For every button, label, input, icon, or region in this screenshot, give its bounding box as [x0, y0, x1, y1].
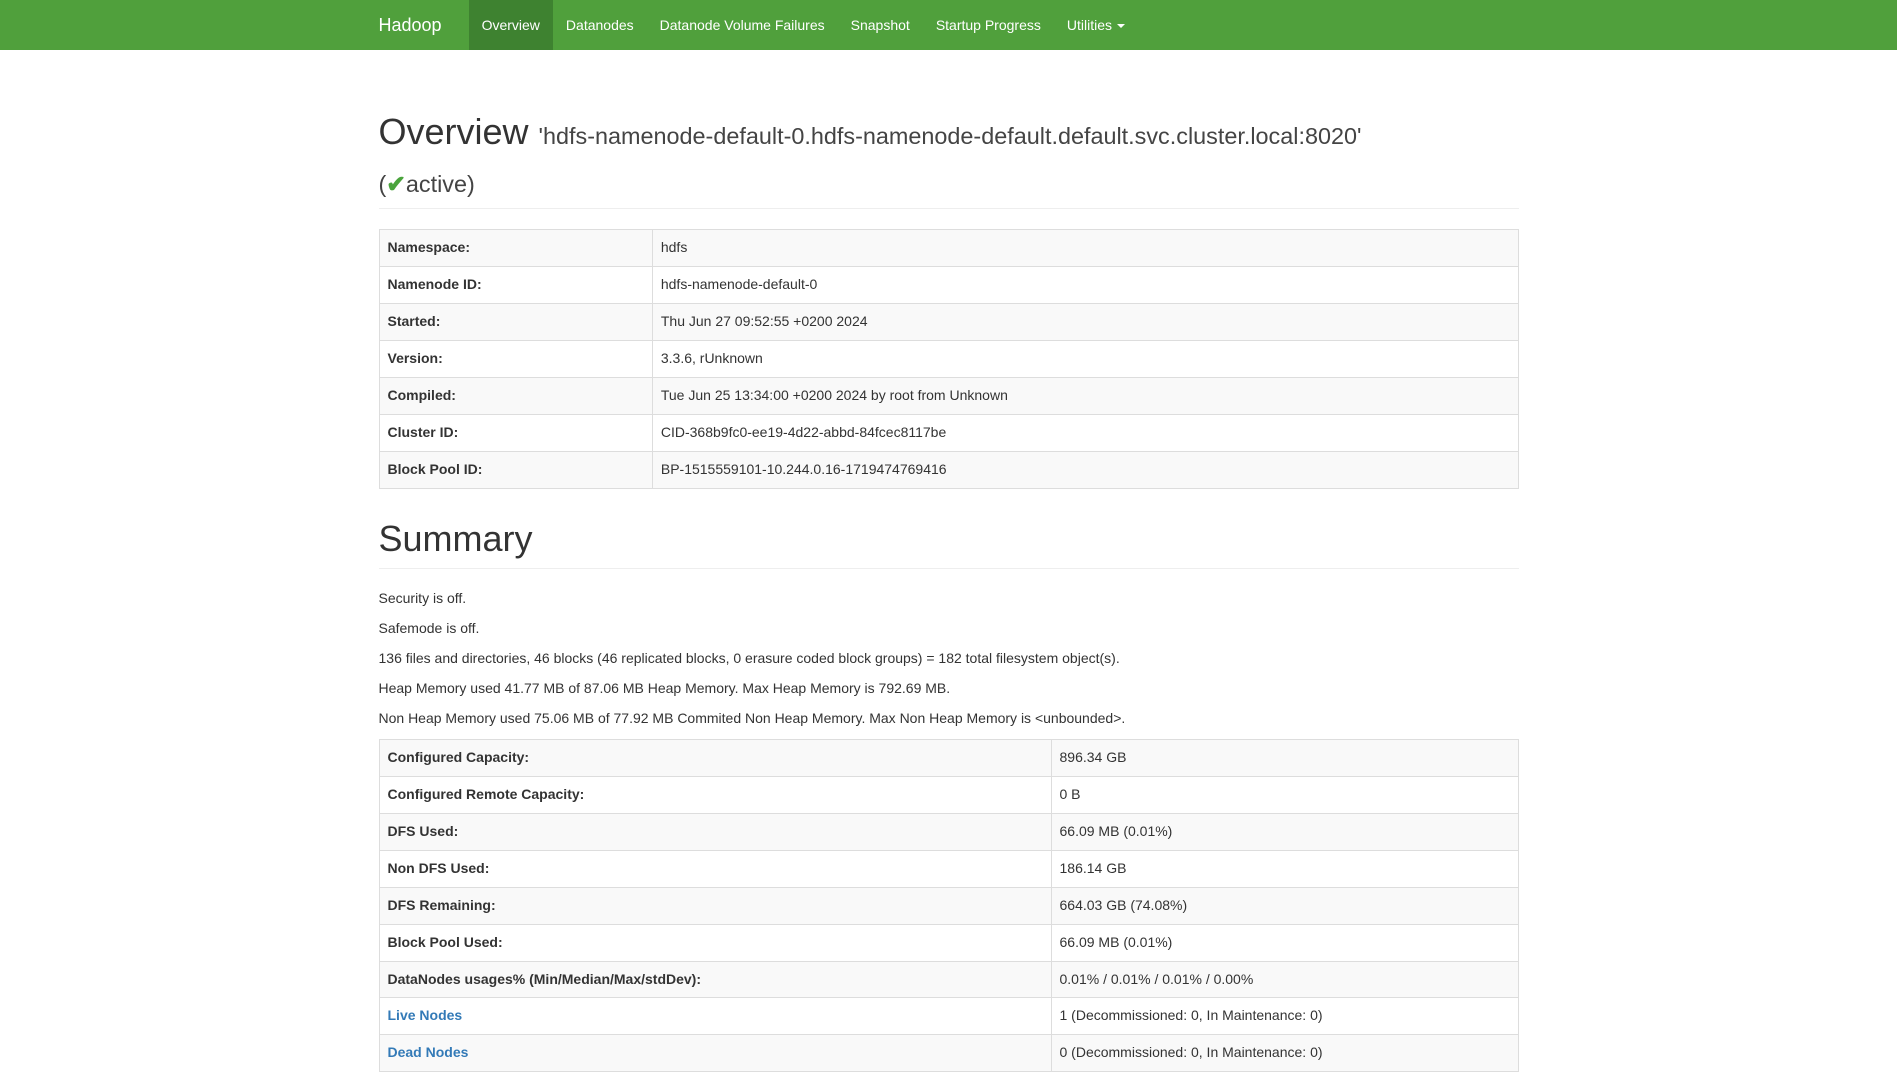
page-title-text: Overview	[379, 111, 529, 152]
row-label: Configured Capacity:	[379, 739, 1051, 776]
namenode-info-table: Namespace: hdfs Namenode ID: hdfs-nameno…	[379, 229, 1519, 489]
active-check-icon: ✔	[386, 171, 406, 197]
dead-nodes-link[interactable]: Dead Nodes	[388, 1044, 469, 1060]
nav-overview-link[interactable]: Overview	[469, 0, 553, 50]
main-content: Overview 'hdfs-namenode-default-0.hdfs-n…	[364, 50, 1534, 1072]
row-label: Block Pool ID:	[379, 452, 652, 489]
summary-table: Configured Capacity: 896.34 GB Configure…	[379, 739, 1519, 1073]
namenode-address: 'hdfs-namenode-default-0.hdfs-namenode-d…	[539, 123, 1362, 149]
nav-utilities-label: Utilities	[1067, 17, 1112, 33]
summary-header: Summary	[379, 519, 1519, 569]
row-label: Configured Remote Capacity:	[379, 776, 1051, 813]
row-value: Tue Jun 25 13:34:00 +0200 2024 by root f…	[652, 378, 1518, 415]
row-label: DFS Remaining:	[379, 887, 1051, 924]
table-row: Namenode ID: hdfs-namenode-default-0	[379, 267, 1518, 304]
row-value: 186.14 GB	[1051, 850, 1518, 887]
status-label: active)	[406, 171, 475, 197]
nav-overview[interactable]: Overview	[469, 0, 553, 50]
nav-datanodes-link[interactable]: Datanodes	[553, 0, 647, 50]
table-row: DataNodes usages% (Min/Median/Max/stdDev…	[379, 961, 1518, 998]
table-row: DFS Remaining: 664.03 GB (74.08%)	[379, 887, 1518, 924]
row-label: Block Pool Used:	[379, 924, 1051, 961]
table-row: Compiled: Tue Jun 25 13:34:00 +0200 2024…	[379, 378, 1518, 415]
row-value: 3.3.6, rUnknown	[652, 341, 1518, 378]
table-row: Started: Thu Jun 27 09:52:55 +0200 2024	[379, 304, 1518, 341]
nav-datanodes[interactable]: Datanodes	[553, 0, 647, 50]
row-label: Dead Nodes	[379, 1035, 1051, 1072]
row-label: Namenode ID:	[379, 267, 652, 304]
row-label: Compiled:	[379, 378, 652, 415]
navbar-menu: Overview Datanodes Datanode Volume Failu…	[469, 0, 1138, 50]
row-value: 0 B	[1051, 776, 1518, 813]
row-value: BP-1515559101-10.244.0.16-1719474769416	[652, 452, 1518, 489]
table-row: Cluster ID: CID-368b9fc0-ee19-4d22-abbd-…	[379, 415, 1518, 452]
nav-utilities[interactable]: Utilities	[1054, 0, 1138, 50]
table-row: Configured Capacity: 896.34 GB	[379, 739, 1518, 776]
nav-datanode-volume-failures-link[interactable]: Datanode Volume Failures	[647, 0, 838, 50]
row-value: 66.09 MB (0.01%)	[1051, 813, 1518, 850]
row-value: 66.09 MB (0.01%)	[1051, 924, 1518, 961]
row-value: 1 (Decommissioned: 0, In Maintenance: 0)	[1051, 998, 1518, 1035]
brand-hadoop[interactable]: Hadoop	[379, 0, 457, 50]
row-value: 896.34 GB	[1051, 739, 1518, 776]
row-value: 664.03 GB (74.08%)	[1051, 887, 1518, 924]
non-heap-memory-text: Non Heap Memory used 75.06 MB of 77.92 M…	[379, 709, 1519, 729]
table-row: Namespace: hdfs	[379, 230, 1518, 267]
caret-down-icon	[1117, 24, 1125, 28]
row-value: CID-368b9fc0-ee19-4d22-abbd-84fcec8117be	[652, 415, 1518, 452]
table-row: Block Pool Used: 66.09 MB (0.01%)	[379, 924, 1518, 961]
nav-startup-progress[interactable]: Startup Progress	[923, 0, 1054, 50]
table-row: DFS Used: 66.09 MB (0.01%)	[379, 813, 1518, 850]
table-row: Non DFS Used: 186.14 GB	[379, 850, 1518, 887]
nav-snapshot-link[interactable]: Snapshot	[838, 0, 923, 50]
filesystem-objects-text: 136 files and directories, 46 blocks (46…	[379, 649, 1519, 669]
table-row: Live Nodes 1 (Decommissioned: 0, In Main…	[379, 998, 1518, 1035]
table-row: Block Pool ID: BP-1515559101-10.244.0.16…	[379, 452, 1518, 489]
nav-startup-progress-link[interactable]: Startup Progress	[923, 0, 1054, 50]
row-label: Non DFS Used:	[379, 850, 1051, 887]
namenode-status: (✔active)	[379, 152, 1519, 200]
nav-datanode-volume-failures[interactable]: Datanode Volume Failures	[647, 0, 838, 50]
row-value: hdfs	[652, 230, 1518, 267]
row-label: Namespace:	[379, 230, 652, 267]
nav-snapshot[interactable]: Snapshot	[838, 0, 923, 50]
overview-header: Overview 'hdfs-namenode-default-0.hdfs-n…	[379, 112, 1519, 209]
table-row: Version: 3.3.6, rUnknown	[379, 341, 1518, 378]
safemode-status-text: Safemode is off.	[379, 619, 1519, 639]
heap-memory-text: Heap Memory used 41.77 MB of 87.06 MB He…	[379, 679, 1519, 699]
row-label: Live Nodes	[379, 998, 1051, 1035]
live-nodes-link[interactable]: Live Nodes	[388, 1007, 463, 1023]
row-value: 0 (Decommissioned: 0, In Maintenance: 0)	[1051, 1035, 1518, 1072]
page-title: Overview 'hdfs-namenode-default-0.hdfs-n…	[379, 112, 1519, 199]
row-label: DataNodes usages% (Min/Median/Max/stdDev…	[379, 961, 1051, 998]
row-label: Started:	[379, 304, 652, 341]
table-row: Configured Remote Capacity: 0 B	[379, 776, 1518, 813]
row-label: DFS Used:	[379, 813, 1051, 850]
row-label: Version:	[379, 341, 652, 378]
summary-title: Summary	[379, 519, 1519, 559]
table-row: Dead Nodes 0 (Decommissioned: 0, In Main…	[379, 1035, 1518, 1072]
top-navbar: Hadoop Overview Datanodes Datanode Volum…	[0, 0, 1897, 50]
row-value: hdfs-namenode-default-0	[652, 267, 1518, 304]
row-value: Thu Jun 27 09:52:55 +0200 2024	[652, 304, 1518, 341]
security-status-text: Security is off.	[379, 589, 1519, 609]
nav-utilities-dropdown[interactable]: Utilities	[1054, 0, 1138, 50]
row-label: Cluster ID:	[379, 415, 652, 452]
row-value: 0.01% / 0.01% / 0.01% / 0.00%	[1051, 961, 1518, 998]
